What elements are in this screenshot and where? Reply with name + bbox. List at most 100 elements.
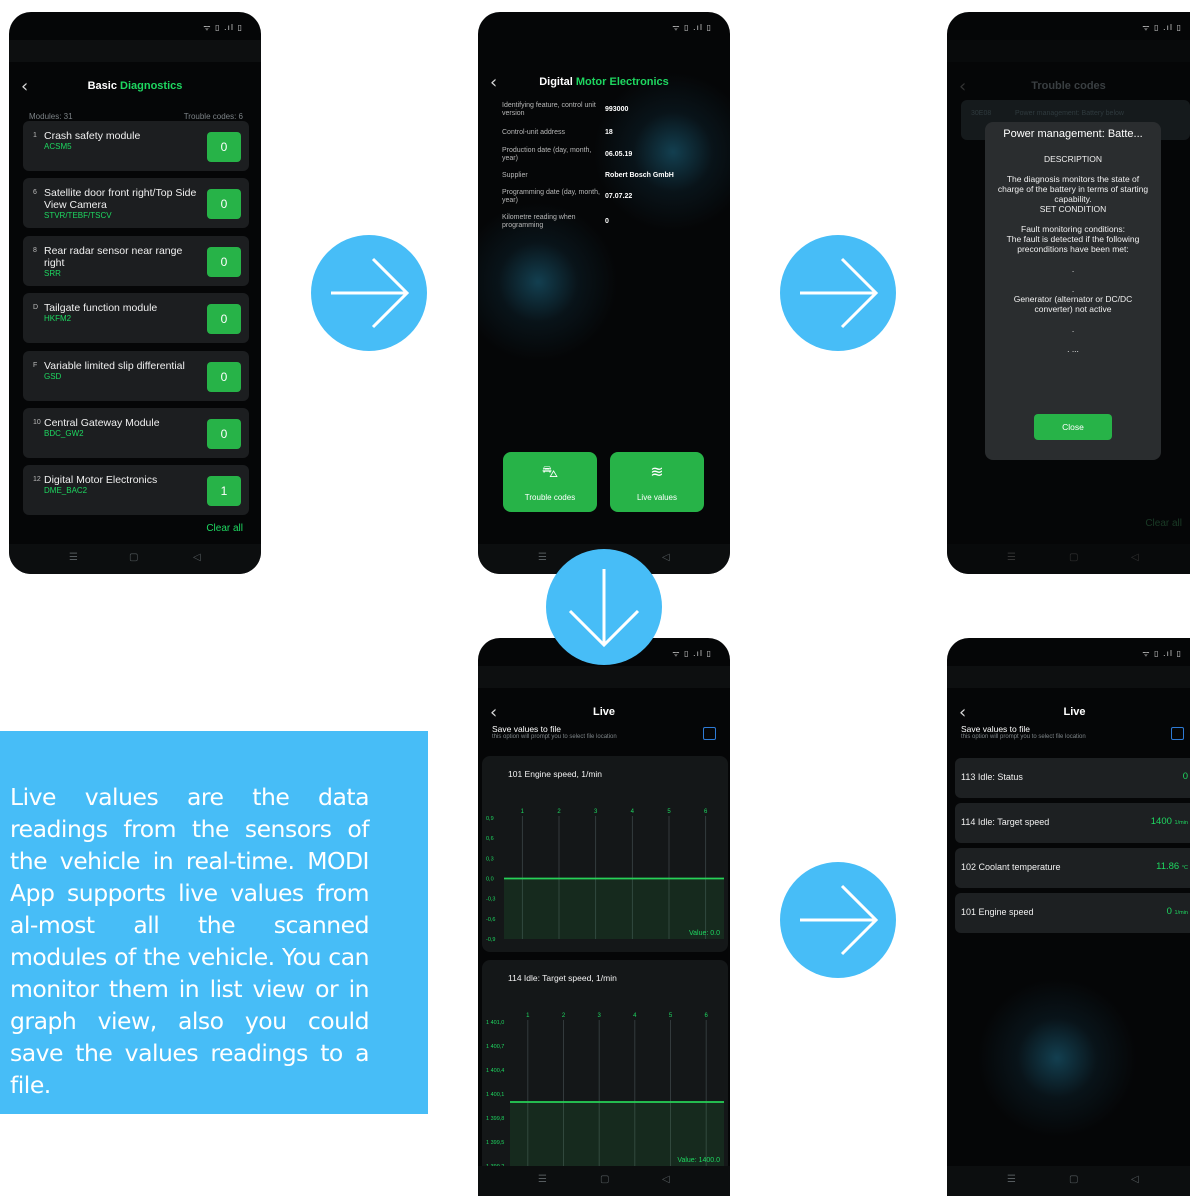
trouble-count-badge: 0 bbox=[207, 304, 241, 335]
y-tick-label: 0,0 bbox=[486, 877, 494, 883]
system-nav-bar: ☰ ▢ ◁ bbox=[947, 1166, 1190, 1196]
info-value: 993000 bbox=[605, 106, 629, 113]
info-key: Kilometre reading when programming bbox=[502, 214, 576, 229]
phone-basic-diagnostics: ᯤ ▯ .ıl ▯ ‹ Basic Diagnostics Modules: 3… bbox=[9, 12, 261, 574]
x-tick-label: 1 bbox=[526, 1013, 530, 1019]
page-title: Live bbox=[1063, 706, 1086, 718]
arrow-right-icon bbox=[780, 235, 896, 351]
graph-title: 101 Engine speed, 1/min bbox=[508, 769, 603, 779]
trouble-count-badge: 0 bbox=[207, 419, 241, 449]
menu-icon[interactable]: ☰ bbox=[69, 552, 78, 563]
x-tick-label: 2 bbox=[557, 809, 561, 815]
module-item[interactable]: D Tailgate function module HKFM2 0 bbox=[23, 293, 249, 344]
module-item[interactable]: 12 Digital Motor Electronics DME_BAC2 1 bbox=[23, 465, 249, 516]
save-values-option[interactable]: Save values to file this option will pro… bbox=[492, 724, 716, 750]
status-icons: ᯤ ▯ .ıl ▯ bbox=[672, 23, 712, 32]
module-item[interactable]: F Variable limited slip differential GSD 0 bbox=[23, 350, 249, 401]
menu-icon[interactable]: ☰ bbox=[1007, 1174, 1016, 1185]
home-icon[interactable]: ▢ bbox=[129, 552, 138, 563]
y-tick-label: 1 399,8 bbox=[486, 1116, 504, 1122]
module-code: HKFM2 bbox=[44, 314, 72, 324]
notch-band bbox=[9, 40, 261, 62]
module-item[interactable]: 6 Satellite door front right/Top Side Vie… bbox=[23, 178, 249, 229]
module-number: 8 bbox=[33, 246, 37, 254]
target-speed-chart: 1 2 3 4 5 6 1 401,0 1 400,7 1 400,4 1 400,1 1 399,… bbox=[486, 1013, 724, 1170]
trouble-count-badge: 0 bbox=[207, 361, 241, 392]
back-nav-icon[interactable]: ◁ bbox=[193, 552, 201, 563]
notch-band bbox=[947, 666, 1190, 688]
back-nav-icon[interactable]: ◁ bbox=[1131, 552, 1139, 563]
close-button[interactable]: Close bbox=[1034, 414, 1112, 440]
save-values-checkbox[interactable] bbox=[703, 727, 716, 740]
title-part-a: Basic bbox=[87, 80, 117, 92]
y-tick-label: 1 401,0 bbox=[486, 1020, 504, 1026]
home-icon[interactable]: ▢ bbox=[600, 1174, 609, 1185]
live-value-reading: 11.86 °C bbox=[1156, 861, 1188, 872]
page-title: Basic Diagnostics bbox=[9, 80, 261, 92]
live-value-unit: 1/min bbox=[1174, 910, 1188, 916]
y-tick-label: 0,9 bbox=[486, 816, 494, 822]
description-dialog: Power management: Batte... DESCRIPTION T… bbox=[985, 122, 1161, 460]
x-tick-label: 3 bbox=[597, 1013, 601, 1019]
system-nav-bar: ☰ ▢ ◁ bbox=[947, 544, 1190, 574]
info-key: Supplier bbox=[502, 172, 528, 179]
module-info-row: Identifying feature, control unit versio… bbox=[502, 102, 712, 120]
x-tick-label: 3 bbox=[594, 809, 598, 815]
module-code: SRR bbox=[44, 268, 61, 278]
trouble-codes-button[interactable]: ⛍ Trouble codes bbox=[503, 452, 597, 512]
y-tick-label: -0,6 bbox=[486, 917, 495, 923]
clear-all-button[interactable]: Clear all bbox=[1145, 518, 1182, 529]
clear-all-button[interactable]: Clear all bbox=[206, 523, 243, 534]
module-name: Variable limited slip differential GSD bbox=[44, 360, 204, 382]
wave-icon: ≋ bbox=[650, 462, 664, 481]
arrow-down-icon bbox=[546, 549, 662, 665]
module-code: ACSM5 bbox=[44, 142, 72, 151]
background-glow bbox=[977, 978, 1137, 1138]
status-icons: ᯤ ▯ .ıl ▯ bbox=[1142, 23, 1182, 32]
info-box: Live values are the data readings from t… bbox=[0, 731, 428, 1114]
phone-trouble-codes: ᯤ ▯ .ıl ▯ ‹ Trouble codes 30E08 Power ma… bbox=[947, 12, 1190, 574]
save-values-option[interactable]: Save values to file this option will pro… bbox=[961, 724, 1184, 750]
info-value: Robert Bosch GmbH bbox=[605, 172, 674, 179]
module-item[interactable]: 10 Central Gateway Module BDC_GW2 0 bbox=[23, 408, 249, 458]
live-value-item[interactable]: 113 Idle: Status 0 bbox=[955, 758, 1190, 798]
live-value-reading: 0 1/min bbox=[1166, 906, 1188, 917]
back-nav-icon[interactable]: ◁ bbox=[1131, 1174, 1139, 1185]
module-code: BDC_GW2 bbox=[44, 429, 84, 438]
info-key: Identifying feature, control unit versio… bbox=[502, 102, 596, 117]
notch-band bbox=[478, 666, 730, 688]
info-key: Production date (day, month, year) bbox=[502, 147, 592, 162]
graph-title: 114 Idle: Target speed, 1/min bbox=[508, 973, 617, 983]
live-values-button[interactable]: ≋ Live values bbox=[610, 452, 704, 512]
save-values-checkbox[interactable] bbox=[1171, 727, 1184, 740]
save-values-subtitle: this option will prompt you to select fi… bbox=[492, 734, 617, 740]
menu-icon[interactable]: ☰ bbox=[538, 1174, 547, 1185]
arrow-right-icon bbox=[780, 862, 896, 978]
live-value-name: 102 Coolant temperature bbox=[961, 862, 1061, 872]
live-value-reading: 0 bbox=[1182, 771, 1188, 782]
modules-count: Modules: 31 bbox=[29, 112, 73, 121]
live-value-unit: °C bbox=[1181, 865, 1188, 871]
module-item[interactable]: 1 Crash safety module ACSM5 0 bbox=[23, 121, 249, 171]
live-value-item[interactable]: 114 Idle: Target speed 1400 1/min bbox=[955, 803, 1190, 843]
info-value: 06.05.19 bbox=[605, 151, 633, 158]
home-icon[interactable]: ▢ bbox=[1069, 552, 1078, 563]
menu-icon[interactable]: ☰ bbox=[1007, 552, 1016, 563]
module-info-row: Control-unit address 18 bbox=[502, 129, 712, 147]
header: ‹ Digital Motor Electronics bbox=[478, 60, 730, 102]
y-tick-label: 1 400,1 bbox=[486, 1092, 504, 1098]
module-item[interactable]: 8 Rear radar sensor near range right SRR 0 bbox=[23, 235, 249, 286]
trouble-count-badge: 0 bbox=[207, 246, 241, 277]
back-nav-icon[interactable]: ◁ bbox=[662, 1174, 670, 1185]
info-text: Live values are the data readings from t… bbox=[10, 783, 370, 1099]
home-icon[interactable]: ▢ bbox=[1069, 1174, 1078, 1185]
summary-row: Modules: 31 Trouble codes: 6 bbox=[29, 112, 243, 121]
graph-card-target-speed: 114 Idle: Target speed, 1/min 1 2 3 4 5 6 1 40… bbox=[482, 960, 728, 1180]
back-nav-icon[interactable]: ◁ bbox=[662, 552, 670, 563]
module-number: 12 bbox=[33, 476, 41, 484]
phone-live-graphs: ᯤ ▯ .ıl ▯ ‹ Live Save values to file thi… bbox=[478, 638, 730, 1196]
live-value-item[interactable]: 102 Coolant temperature 11.86 °C bbox=[955, 848, 1190, 888]
module-code: GSD bbox=[44, 371, 62, 381]
live-value-item[interactable]: 101 Engine speed 0 1/min bbox=[955, 893, 1190, 933]
y-tick-label: 0,6 bbox=[486, 836, 494, 842]
